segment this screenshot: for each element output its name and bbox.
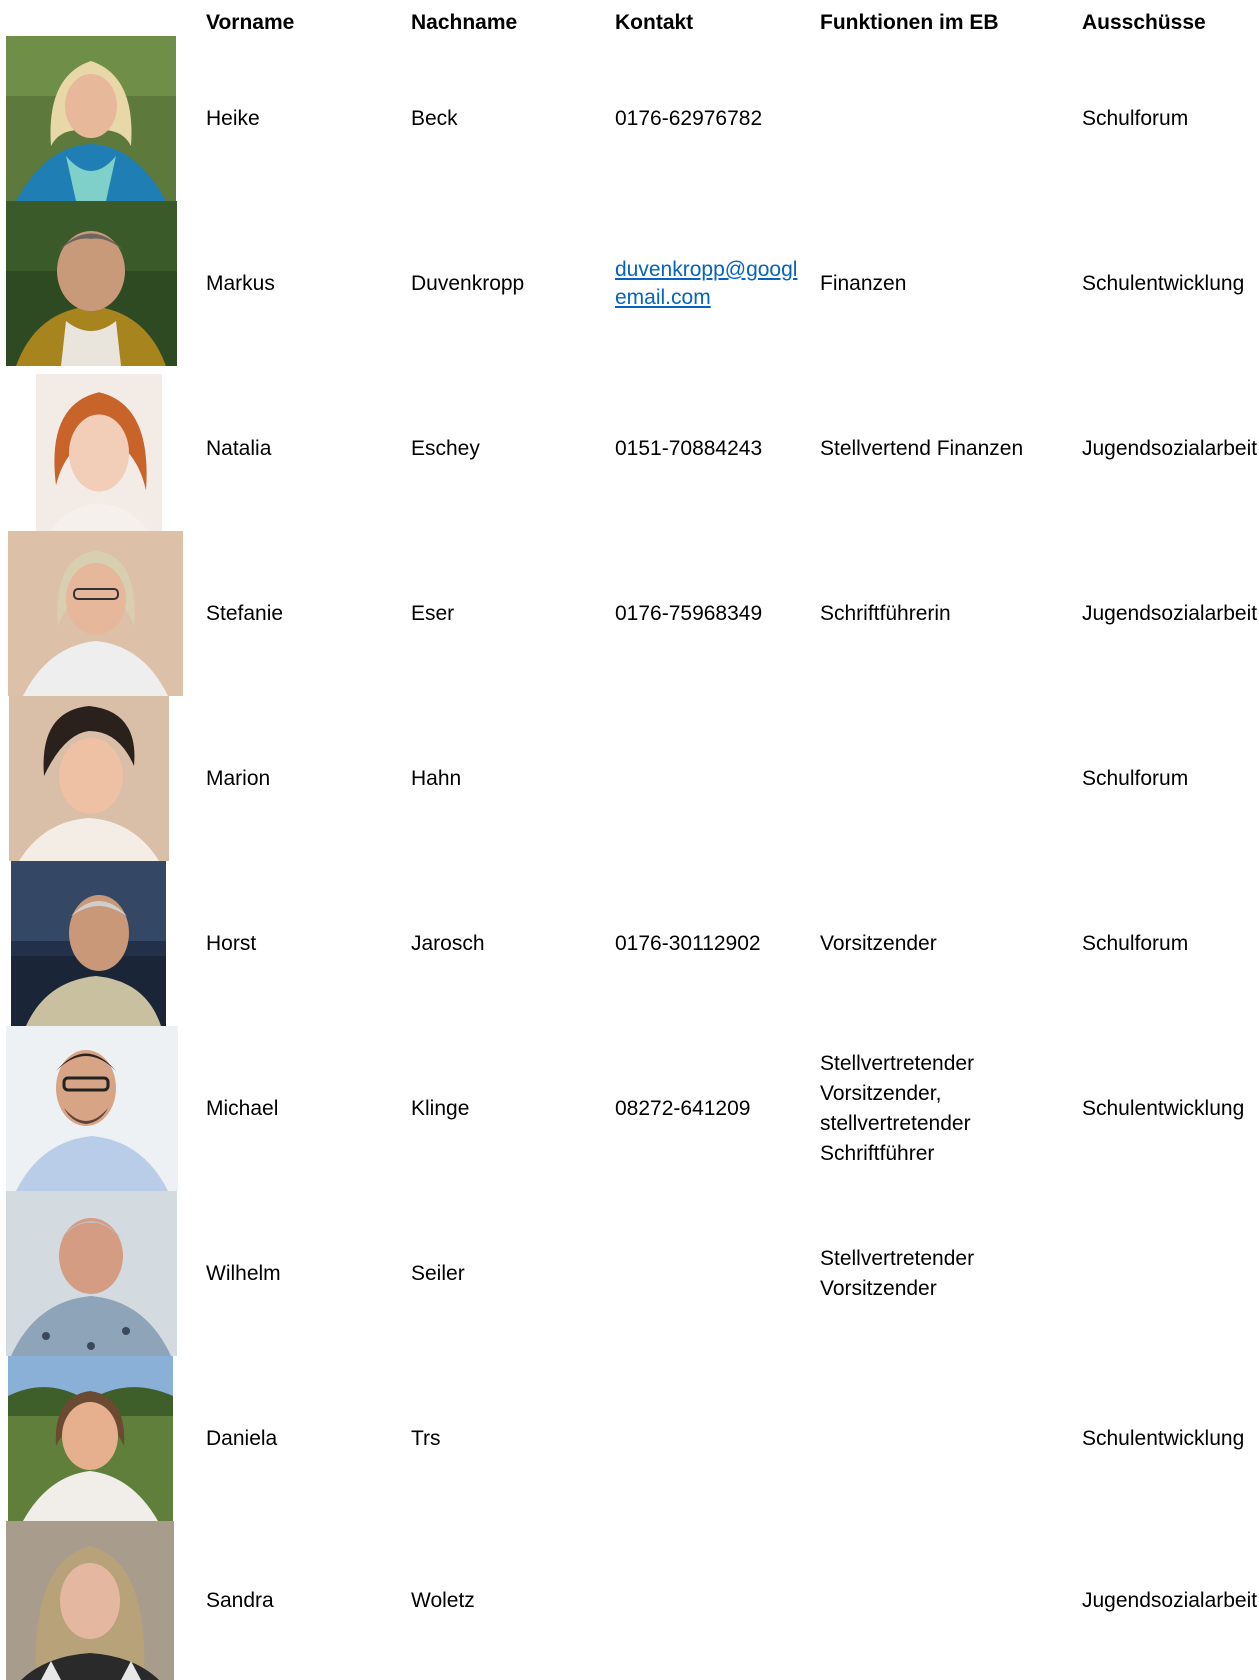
cell-kontakt — [615, 1521, 805, 1680]
header-kontakt: Kontakt — [615, 11, 694, 34]
table-row: Horst Jarosch 0176-30112902 Vorsitzender… — [0, 861, 1259, 1026]
cell-vorname: Natalia — [206, 436, 272, 460]
cell-funktion: Stellvertend Finanzen — [820, 436, 1024, 460]
cell-funktion — [820, 696, 1070, 861]
cell-vorname: Wilhelm — [206, 1261, 281, 1285]
header-ausschuesse: Ausschüsse — [1082, 11, 1206, 34]
header-funktionen: Funktionen im EB — [820, 11, 999, 34]
cell-kontakt: 0151-70884243 — [615, 436, 763, 460]
cell-nachname: Hahn — [411, 766, 462, 790]
member-table: Vorname Nachname Kontakt Funktionen im E… — [0, 0, 1259, 1680]
cell-funktion: Vorsitzender — [820, 931, 937, 955]
member-photo — [36, 374, 162, 536]
cell-nachname: Seiler — [411, 1261, 465, 1285]
table-row: Natalia Eschey 0151-70884243 Stellverten… — [0, 366, 1259, 536]
cell-nachname: Woletz — [411, 1588, 475, 1612]
table-row: Wilhelm Seiler Stellvertretender Vorsitz… — [0, 1191, 1259, 1356]
cell-funktion — [820, 1356, 1070, 1521]
cell-funktion: Stellvertretender Vorsitzender — [820, 1246, 975, 1300]
member-photo — [6, 201, 177, 366]
member-photo — [6, 1191, 177, 1356]
cell-kontakt: 0176-30112902 — [615, 931, 761, 955]
cell-nachname: Beck — [411, 106, 458, 130]
member-photo — [6, 1521, 174, 1680]
cell-ausschuss: Jugendsozialarbeit — [1082, 1588, 1258, 1612]
cell-vorname: Heike — [206, 106, 260, 130]
email-link[interactable]: duvenkropp@googlemail.com — [615, 256, 805, 312]
cell-nachname: Klinge — [411, 1096, 470, 1120]
cell-kontakt — [615, 1191, 805, 1356]
table-row: Stefanie Eser 0176-75968349 Schriftführe… — [0, 531, 1259, 696]
cell-nachname: Eser — [411, 601, 455, 625]
cell-funktion — [820, 36, 1070, 201]
cell-nachname: Duvenkropp — [411, 271, 525, 295]
header-nachname: Nachname — [411, 11, 518, 34]
cell-funktion: Schriftführerin — [820, 601, 951, 625]
table-row: Daniela Trs Schulentwicklung — [0, 1356, 1259, 1521]
cell-ausschuss: Schulentwicklung — [1082, 1096, 1245, 1120]
cell-funktion: Finanzen — [820, 271, 907, 295]
cell-ausschuss: Schulentwicklung — [1082, 271, 1245, 295]
cell-ausschuss: Schulforum — [1082, 766, 1189, 790]
table-row: Marion Hahn Schulforum — [0, 696, 1259, 861]
cell-nachname: Trs — [411, 1426, 441, 1450]
cell-ausschuss: Jugendsozialarbeit — [1082, 436, 1258, 460]
cell-funktion: Stellvertretender Vorsitzender, stellver… — [820, 1051, 975, 1165]
table-header: Vorname Nachname Kontakt Funktionen im E… — [0, 0, 1259, 36]
header-vorname: Vorname — [206, 11, 295, 34]
cell-vorname: Sandra — [206, 1588, 274, 1612]
cell-nachname: Jarosch — [411, 931, 485, 955]
cell-vorname: Markus — [206, 271, 275, 295]
table-row: Sandra Woletz Jugendsozialarbeit — [0, 1521, 1259, 1680]
member-photo — [9, 696, 169, 861]
cell-vorname: Horst — [206, 931, 257, 955]
member-photo — [6, 1026, 178, 1191]
cell-vorname: Daniela — [206, 1426, 278, 1450]
cell-kontakt — [615, 1356, 805, 1521]
cell-ausschuss: Jugendsozialarbeit — [1082, 601, 1258, 625]
cell-ausschuss: Schulentwicklung — [1082, 1426, 1245, 1450]
cell-funktion — [820, 1521, 1070, 1680]
member-photo — [11, 861, 166, 1026]
cell-kontakt: 08272-641209 — [615, 1096, 751, 1120]
table-row: Michael Klinge 08272-641209 Stellvertret… — [0, 1026, 1259, 1191]
cell-kontakt — [615, 696, 805, 861]
cell-kontakt: 0176-75968349 — [615, 601, 763, 625]
cell-nachname: Eschey — [411, 436, 480, 460]
cell-kontakt: 0176-62976782 — [615, 106, 763, 130]
cell-ausschuss: Schulforum — [1082, 106, 1189, 130]
member-photo — [6, 36, 176, 201]
cell-kontakt: duvenkropp@googlemail.com — [615, 201, 805, 366]
cell-ausschuss — [1082, 1191, 1259, 1356]
member-photo — [8, 1356, 173, 1521]
table-row: Markus Duvenkropp duvenkropp@googlemail.… — [0, 201, 1259, 366]
cell-ausschuss: Schulforum — [1082, 931, 1189, 955]
cell-vorname: Michael — [206, 1096, 279, 1120]
member-photo — [8, 531, 183, 696]
cell-vorname: Marion — [206, 766, 271, 790]
cell-vorname: Stefanie — [206, 601, 284, 625]
table-row: Heike Beck 0176-62976782 Schulforum — [0, 36, 1259, 201]
